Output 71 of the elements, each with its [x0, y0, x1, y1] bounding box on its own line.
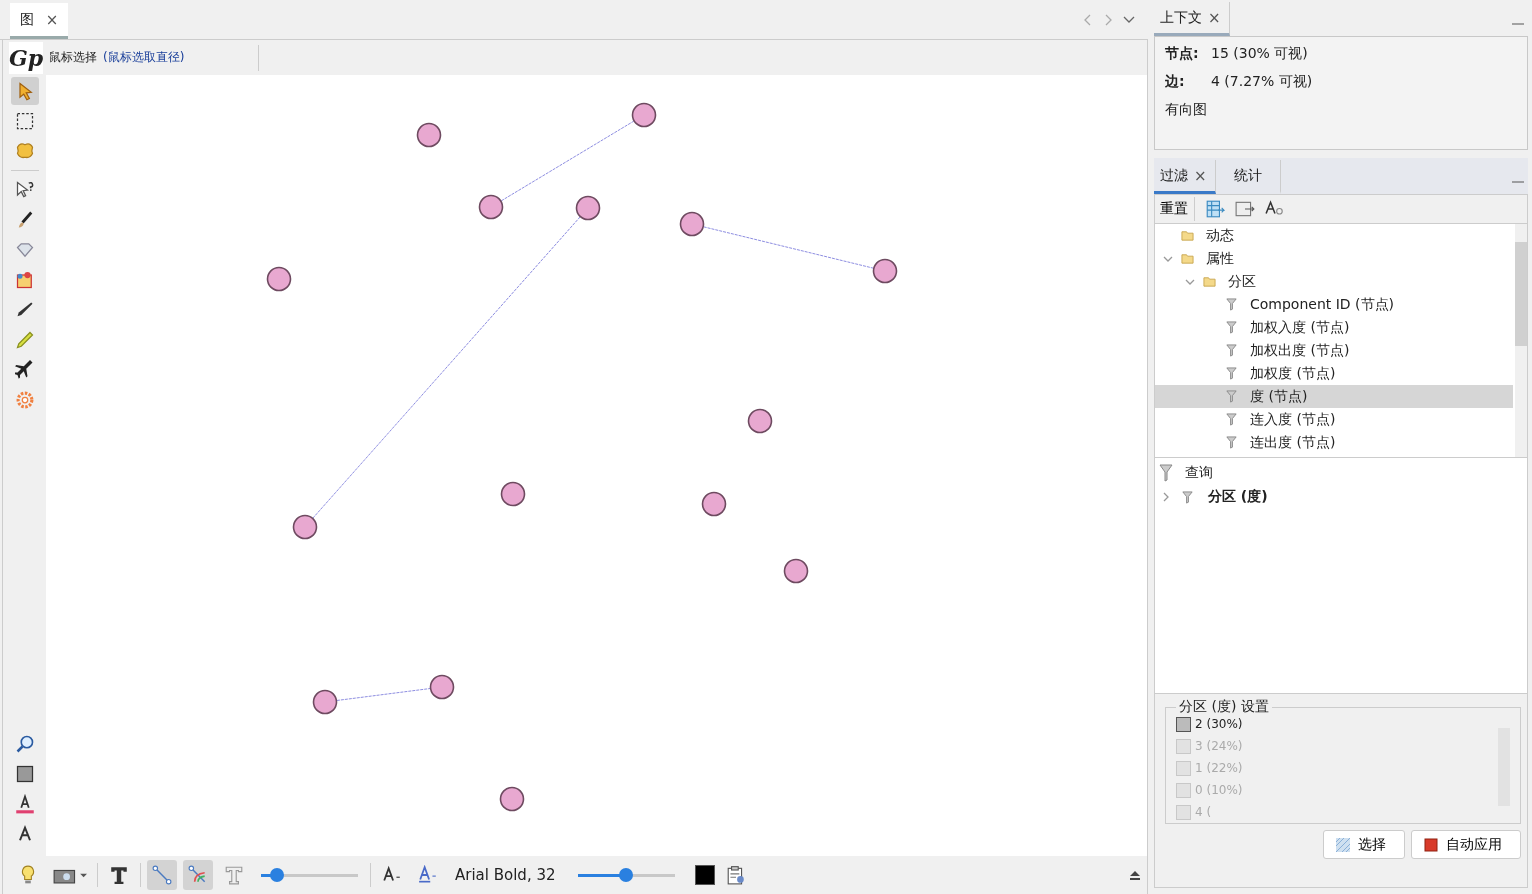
- graph-node: [701, 491, 727, 517]
- graph-node: [783, 558, 809, 584]
- minimize-icon[interactable]: [1512, 180, 1524, 184]
- filter-icon: [1225, 321, 1238, 334]
- filter-item[interactable]: 加权出度 (节点): [1155, 339, 1513, 362]
- graph-node: [429, 674, 455, 700]
- graph-node: [575, 195, 601, 221]
- filter-icon: [1225, 436, 1238, 449]
- queries-title: 查询: [1185, 464, 1213, 482]
- colored-edge-icon[interactable]: [183, 860, 213, 890]
- minimize-icon[interactable]: [1512, 22, 1524, 26]
- category-item[interactable]: 分区: [1155, 270, 1513, 293]
- graph-node: [679, 211, 705, 237]
- panel-tab[interactable]: 统计: [1215, 160, 1281, 194]
- reset-button[interactable]: 重置: [1159, 197, 1195, 221]
- filter-icon: [1159, 464, 1173, 482]
- stat-label: 节点:: [1165, 45, 1199, 63]
- graph-node: [872, 258, 898, 284]
- font-label: Arial Bold, 32: [455, 866, 556, 884]
- graph-tab[interactable]: 图 ×: [10, 3, 68, 39]
- graph-node: [499, 786, 525, 812]
- filter-item[interactable]: 度 (节点): [1155, 385, 1513, 408]
- graph-node: [631, 102, 657, 128]
- edge-icon[interactable]: [147, 860, 177, 890]
- table-export-icon[interactable]: [1205, 199, 1225, 219]
- filter-icon: [1225, 390, 1238, 403]
- square-icon: [1424, 837, 1438, 852]
- select-button[interactable]: 选择: [1323, 830, 1405, 859]
- category-item[interactable]: 属性: [1155, 247, 1513, 270]
- mode-label: 鼠标选择: [49, 49, 97, 66]
- graph-node: [266, 266, 292, 292]
- scrollbar[interactable]: [1515, 224, 1527, 457]
- stat-label: 边:: [1165, 73, 1186, 91]
- filter-icon: [1225, 298, 1238, 311]
- export-icon[interactable]: [1235, 199, 1255, 219]
- filter-item[interactable]: 连入度 (节点): [1155, 408, 1513, 431]
- graph-node: [500, 481, 526, 507]
- folder-icon: [1203, 275, 1216, 288]
- filter-icon: [1225, 413, 1238, 426]
- filter-item[interactable]: Component ID (节点): [1155, 293, 1513, 316]
- stat-value: 4 (7.27% 可视): [1211, 73, 1313, 91]
- chevron-icon[interactable]: [1161, 492, 1171, 502]
- graph-node: [292, 514, 318, 540]
- category-item[interactable]: 动态: [1155, 224, 1513, 247]
- partition-item[interactable]: 2 (30%): [1176, 716, 1514, 732]
- filter-icon: [1225, 344, 1238, 357]
- panel-tab[interactable]: 过滤 ×: [1154, 160, 1216, 194]
- filter-icon: [1225, 367, 1238, 380]
- graph-node: [416, 122, 442, 148]
- graph-node: [312, 689, 338, 715]
- stat-value: 15 (30% 可视): [1211, 45, 1308, 63]
- logo: Gp: [9, 41, 43, 74]
- hatched-square-icon: [1336, 837, 1350, 852]
- auto-apply-button[interactable]: 自动应用: [1411, 830, 1521, 859]
- settings-title: 分区 (度) 设置: [1178, 698, 1270, 716]
- eject-icon[interactable]: [1129, 869, 1141, 881]
- folder-icon: [1181, 252, 1194, 265]
- slider-thumb[interactable]: [619, 868, 633, 882]
- filter-icon: [1181, 490, 1194, 504]
- query-item[interactable]: 分区 (度): [1155, 484, 1527, 510]
- graph-node: [747, 408, 773, 434]
- mode-hint: (鼠标选取直径): [103, 49, 185, 66]
- folder-icon: [1181, 229, 1194, 242]
- graph-type-label: 有向图: [1165, 101, 1207, 119]
- color-swatch[interactable]: [694, 865, 715, 885]
- slider-thumb[interactable]: [270, 868, 285, 882]
- filter-item[interactable]: 加权度 (节点): [1155, 362, 1513, 385]
- filter-item[interactable]: 连出度 (节点): [1155, 431, 1513, 454]
- graph-node: [478, 194, 504, 220]
- filter-item[interactable]: 加权入度 (节点): [1155, 316, 1513, 339]
- pointer-icon[interactable]: [10, 77, 39, 105]
